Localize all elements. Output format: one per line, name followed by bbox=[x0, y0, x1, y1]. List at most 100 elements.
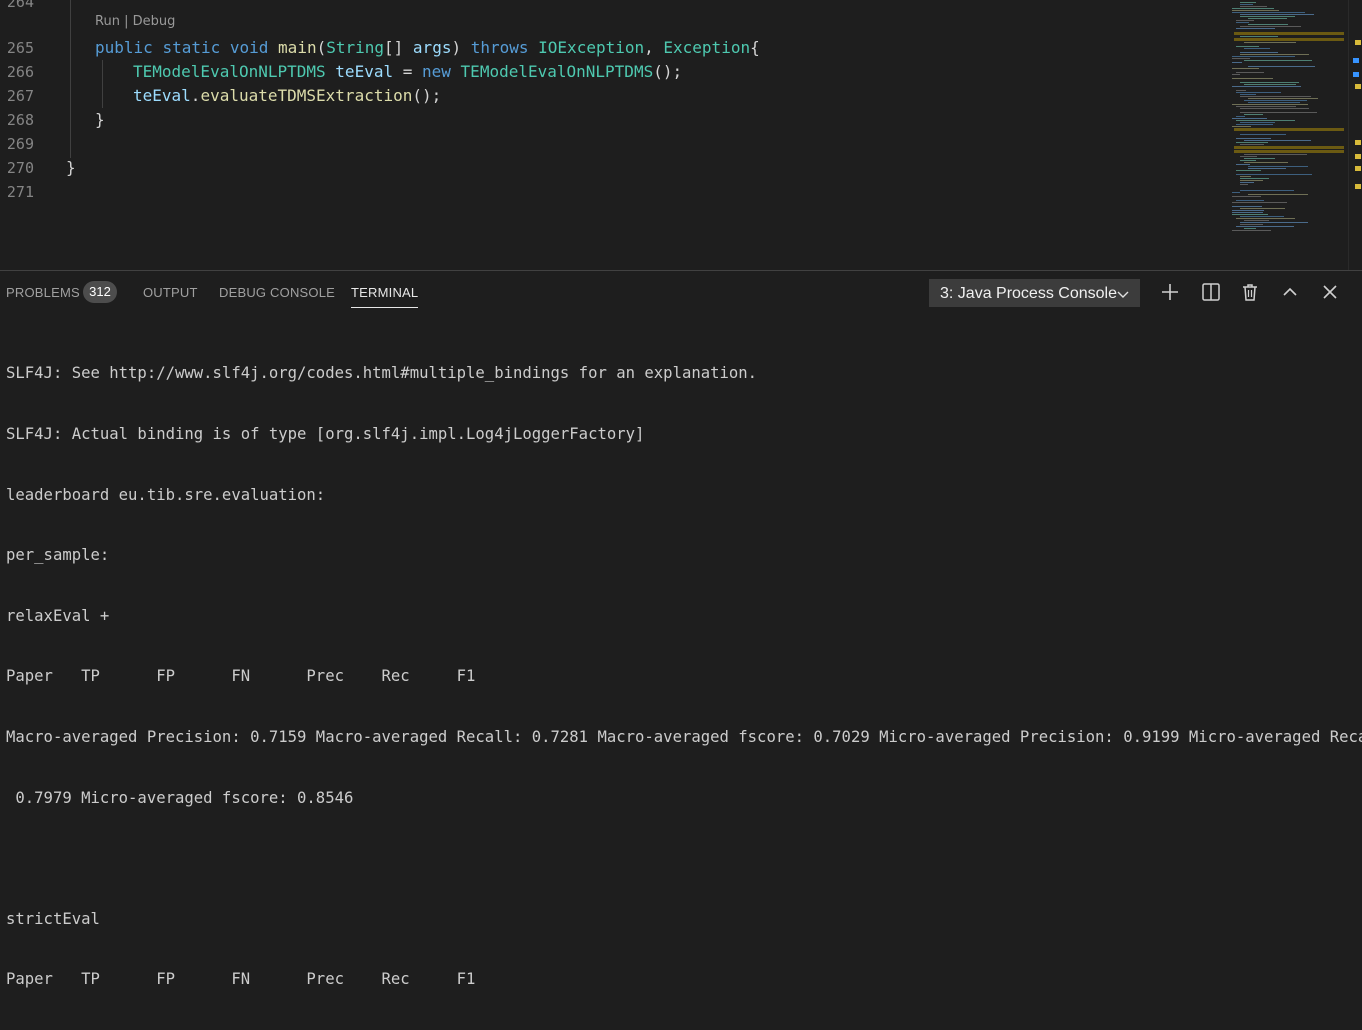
minimap-line bbox=[1244, 114, 1263, 115]
editor-scrollbar[interactable] bbox=[1348, 0, 1362, 270]
terminal-line: strictEval bbox=[6, 909, 100, 928]
line-number: 267 bbox=[6, 87, 34, 105]
minimap-line bbox=[1232, 68, 1259, 69]
terminal-line: relaxEval + bbox=[6, 606, 110, 625]
scroll-marker bbox=[1353, 72, 1359, 77]
minimap-line bbox=[1248, 18, 1287, 19]
minimap-line bbox=[1240, 14, 1314, 15]
minimap-line bbox=[1248, 102, 1300, 103]
code-token: public bbox=[95, 38, 153, 57]
minimap-line bbox=[1248, 24, 1288, 25]
code-token: evaluateTDMSExtraction bbox=[200, 86, 413, 105]
terminal-line: leaderboard eu.tib.sre.evaluation: bbox=[6, 485, 326, 504]
minimap-line bbox=[1240, 2, 1256, 3]
minimap-line bbox=[1240, 224, 1263, 225]
terminal-line: Paper TP FP FN Prec Rec F1 bbox=[6, 970, 476, 989]
minimap-line bbox=[1248, 194, 1308, 195]
minimap-line bbox=[1244, 154, 1307, 155]
line-number: 265 bbox=[6, 39, 34, 57]
code-token: , bbox=[644, 38, 664, 57]
minimap-line bbox=[1232, 230, 1271, 231]
minimap-line bbox=[1244, 42, 1296, 43]
minimap-line bbox=[1236, 106, 1296, 107]
minimap-line bbox=[1248, 168, 1286, 169]
line-number: 271 bbox=[6, 183, 34, 201]
indent-guide bbox=[102, 60, 103, 108]
minimap-line bbox=[1240, 144, 1264, 145]
code-token: new bbox=[422, 62, 451, 81]
scroll-marker bbox=[1355, 84, 1361, 89]
code-token: Exception bbox=[663, 38, 751, 57]
minimap-line bbox=[1236, 20, 1254, 21]
minimap-line bbox=[1232, 212, 1263, 213]
code-token: args bbox=[412, 38, 452, 57]
minimap-line bbox=[1240, 180, 1263, 181]
code-line-267[interactable]: teEval.evaluateTDMSExtraction(); bbox=[133, 84, 441, 108]
close-icon[interactable] bbox=[1319, 281, 1341, 303]
code-line-266[interactable]: TEModelEvalOnNLPTDMS teEval = new TEMode… bbox=[133, 60, 682, 84]
code-token: ( bbox=[316, 38, 327, 57]
code-token: throws bbox=[470, 38, 529, 57]
minimap-line bbox=[1232, 74, 1240, 75]
minimap-line bbox=[1236, 226, 1294, 227]
minimap-line bbox=[1232, 210, 1264, 211]
problems-count-badge: 312 bbox=[83, 281, 117, 303]
run-codelens-link[interactable]: Run bbox=[95, 14, 120, 29]
minimap-line bbox=[1244, 228, 1256, 229]
code-token: TEModelEvalOnNLPTDMS bbox=[460, 62, 654, 81]
codelens-separator: | bbox=[119, 14, 133, 29]
terminal-line: 0.7979 Micro-averaged fscore: 0.8546 bbox=[6, 788, 354, 807]
minimap-line bbox=[1240, 134, 1286, 135]
tab-debug-console[interactable]: DEBUG CONSOLE bbox=[219, 285, 335, 300]
minimap-line bbox=[1232, 58, 1250, 59]
minimap-line bbox=[1240, 36, 1278, 37]
code-line-265[interactable]: public static void main(String[] args) t… bbox=[95, 36, 760, 60]
minimap-line bbox=[1236, 142, 1268, 143]
maximize-icon[interactable] bbox=[1279, 281, 1301, 303]
code-line-270[interactable]: } bbox=[66, 156, 76, 180]
code-token: = bbox=[393, 62, 422, 81]
scroll-marker bbox=[1355, 184, 1361, 189]
minimap-line bbox=[1240, 176, 1251, 177]
code-token: teEval bbox=[133, 86, 191, 105]
debug-codelens-link[interactable]: Debug bbox=[133, 14, 176, 29]
minimap-line bbox=[1248, 166, 1308, 167]
plus-icon[interactable] bbox=[1159, 281, 1181, 303]
minimap-line bbox=[1240, 4, 1253, 5]
minimap-line bbox=[1244, 84, 1296, 85]
code-token: ) bbox=[451, 38, 471, 57]
minimap-line bbox=[1240, 122, 1275, 123]
minimap[interactable] bbox=[1226, 0, 1348, 270]
minimap-line bbox=[1240, 178, 1269, 179]
terminal-output[interactable]: SLF4J: See http://www.slf4j.org/codes.ht… bbox=[6, 323, 1362, 1030]
code-editor[interactable]: 264 265 266 267 268 269 270 271 Run | De… bbox=[0, 0, 1226, 270]
code-token: (); bbox=[412, 86, 442, 105]
line-number: 269 bbox=[6, 135, 34, 153]
terminal-select[interactable]: 3: Java Process Console bbox=[929, 279, 1140, 307]
code-token: { bbox=[750, 38, 760, 57]
minimap-line bbox=[1244, 162, 1288, 163]
minimap-line bbox=[1232, 126, 1251, 127]
minimap-line bbox=[1236, 138, 1271, 139]
trash-icon[interactable] bbox=[1239, 281, 1261, 303]
minimap-line bbox=[1240, 216, 1284, 217]
code-lens: Run | Debug bbox=[95, 14, 175, 29]
code-line-268[interactable]: } bbox=[95, 108, 105, 132]
minimap-line bbox=[1232, 206, 1262, 207]
minimap-line bbox=[1232, 196, 1261, 197]
split-icon[interactable] bbox=[1200, 281, 1222, 303]
scroll-marker bbox=[1355, 140, 1361, 145]
minimap-line bbox=[1244, 158, 1275, 159]
minimap-line bbox=[1236, 46, 1259, 47]
minimap-line bbox=[1240, 16, 1295, 17]
tab-output[interactable]: OUTPUT bbox=[143, 285, 198, 300]
minimap-line bbox=[1232, 86, 1301, 87]
tab-terminal[interactable]: TERMINAL bbox=[351, 285, 419, 308]
minimap-highlight bbox=[1234, 146, 1344, 149]
tab-problems[interactable]: PROBLEMS bbox=[6, 285, 80, 300]
minimap-line bbox=[1236, 124, 1273, 125]
code-token: main bbox=[278, 38, 317, 57]
minimap-line bbox=[1232, 62, 1242, 63]
